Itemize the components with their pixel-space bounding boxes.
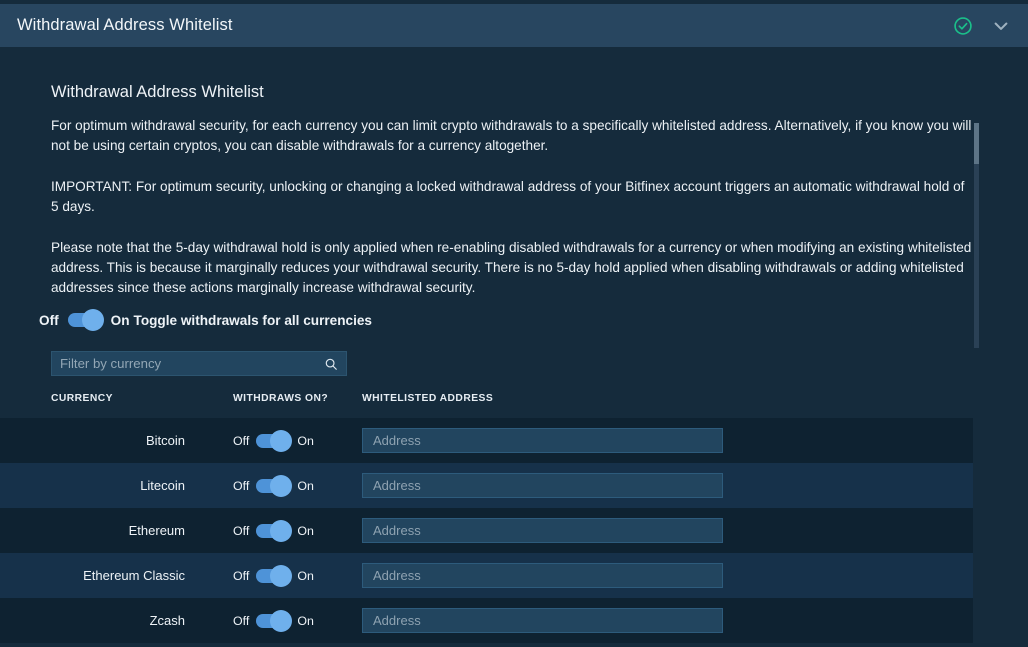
check-circle-icon[interactable] <box>953 16 973 36</box>
row-withdrawals-switch[interactable] <box>256 609 293 632</box>
cell-whitelisted-address <box>362 518 973 543</box>
panel-content: Withdrawal Address Whitelist For optimum… <box>0 47 1028 647</box>
address-input[interactable] <box>362 563 723 588</box>
row-toggle-off-label: Off <box>233 433 250 448</box>
switch-knob <box>270 609 293 632</box>
cell-withdraws-toggle: Off On <box>185 429 362 452</box>
filter-input[interactable] <box>52 352 324 375</box>
cell-currency-name: Ethereum Classic <box>83 568 185 583</box>
section-title: Withdrawal Address Whitelist <box>51 83 264 101</box>
row-withdrawals-switch[interactable] <box>256 519 293 542</box>
row-toggle-on-label: On <box>297 568 314 583</box>
cell-whitelisted-address <box>362 473 973 498</box>
column-header-currency: CURRENCY <box>51 393 113 404</box>
global-withdrawals-switch[interactable] <box>67 309 104 331</box>
row-toggle-on-label: On <box>297 523 314 538</box>
row-toggle-on-label: On <box>297 613 314 628</box>
panel-header: Withdrawal Address Whitelist <box>0 4 1028 47</box>
switch-knob <box>270 564 293 587</box>
description-text: For optimum withdrawal security, for eac… <box>51 116 973 299</box>
cell-whitelisted-address <box>362 608 973 633</box>
global-toggle-description: Toggle withdrawals for all currencies <box>133 312 372 328</box>
address-input[interactable] <box>362 428 723 453</box>
switch-knob <box>81 309 104 331</box>
cell-currency-name: Zcash <box>149 613 185 628</box>
currency-filter[interactable] <box>51 351 347 376</box>
cell-currency-name: Ethereum <box>128 523 185 538</box>
cell-withdraws-toggle: Off On <box>185 609 362 632</box>
currency-whitelist-table: CURRENCY WITHDRAWS ON? WHITELISTED ADDRE… <box>0 393 1028 643</box>
switch-knob <box>270 519 293 542</box>
table-row: Ethereum Off On <box>0 508 973 553</box>
row-withdrawals-switch[interactable] <box>256 429 293 452</box>
row-toggle-on-label: On <box>297 478 314 493</box>
switch-knob <box>270 429 293 452</box>
global-withdrawals-toggle-row: Off On Toggle withdrawals for all curren… <box>39 309 372 331</box>
table-header: CURRENCY WITHDRAWS ON? WHITELISTED ADDRE… <box>0 393 1028 418</box>
paragraph-important: IMPORTANT: For optimum security, unlocki… <box>51 178 965 215</box>
page-title: Withdrawal Address Whitelist <box>17 16 233 34</box>
cell-withdraws-toggle: Off On <box>185 564 362 587</box>
row-toggle-off-label: Off <box>233 568 250 583</box>
address-input[interactable] <box>362 608 723 633</box>
chevron-down-icon[interactable] <box>991 16 1011 36</box>
paragraph-note: Please note that the 5-day withdrawal ho… <box>51 239 972 296</box>
column-header-withdraws: WITHDRAWS ON? <box>233 393 329 404</box>
row-withdrawals-switch[interactable] <box>256 474 293 497</box>
global-toggle-off-label: Off <box>39 312 59 328</box>
global-toggle-on-label: On <box>110 312 130 328</box>
switch-knob <box>270 474 293 497</box>
row-toggle-on-label: On <box>297 433 314 448</box>
row-withdrawals-switch[interactable] <box>256 564 293 587</box>
cell-withdraws-toggle: Off On <box>185 474 362 497</box>
paragraph-overview: For optimum withdrawal security, for eac… <box>51 118 972 154</box>
row-toggle-off-label: Off <box>233 613 250 628</box>
table-row: Zcash Off On <box>0 598 973 643</box>
header-actions <box>953 16 1011 36</box>
table-body: BitcoinOffOnLitecoinOffOnEthereumOffOnEt… <box>0 418 1028 643</box>
cell-currency-name: Litecoin <box>140 478 185 493</box>
cell-whitelisted-address <box>362 428 973 453</box>
table-row: Litecoin Off On <box>0 463 973 508</box>
address-input[interactable] <box>362 473 723 498</box>
row-toggle-off-label: Off <box>233 523 250 538</box>
cell-currency-name: Bitcoin <box>145 433 185 448</box>
row-toggle-off-label: Off <box>233 478 250 493</box>
scrollbar-thumb[interactable] <box>974 123 979 164</box>
table-row: Bitcoin Off On <box>0 418 973 463</box>
cell-whitelisted-address <box>362 563 973 588</box>
column-header-address: WHITELISTED ADDRESS <box>362 393 494 404</box>
table-row: Ethereum Classic Off On <box>0 553 973 598</box>
search-icon[interactable] <box>324 357 346 371</box>
withdrawal-whitelist-panel: Withdrawal Address Whitelist Withdrawal … <box>0 0 1028 647</box>
cell-withdraws-toggle: Off On <box>185 519 362 542</box>
address-input[interactable] <box>362 518 723 543</box>
